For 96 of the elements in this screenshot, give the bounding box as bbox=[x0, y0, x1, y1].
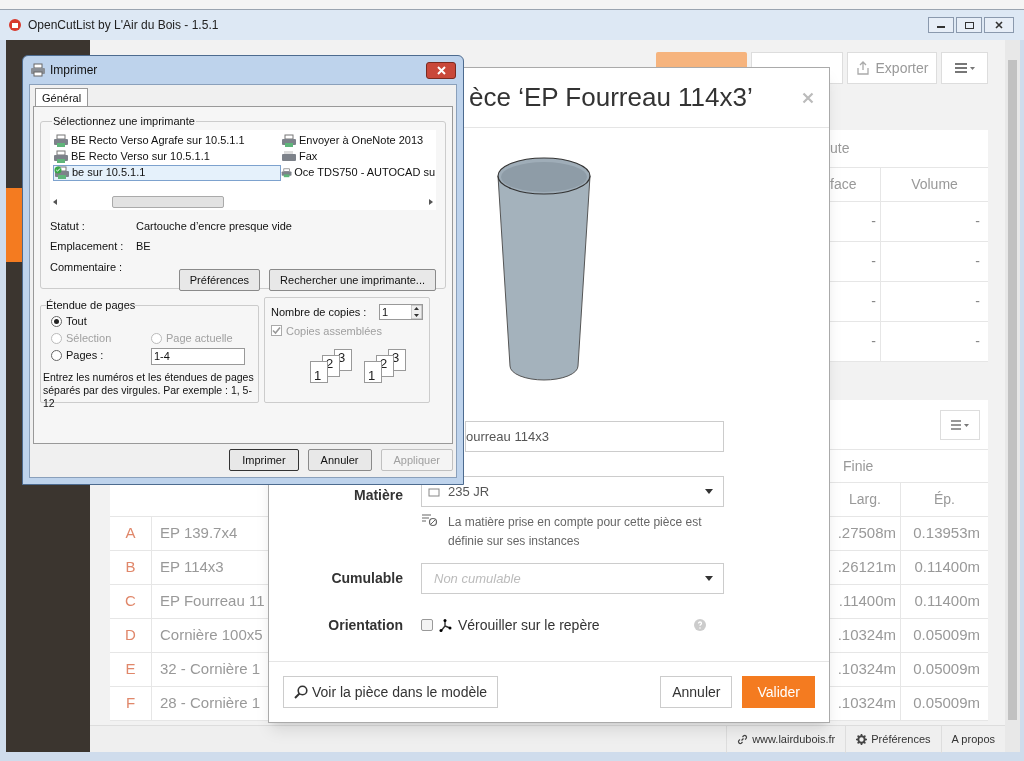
table-cell: 0.13953m bbox=[900, 517, 988, 551]
menu-icon bbox=[953, 62, 976, 74]
fax-icon bbox=[281, 149, 297, 164]
footer-link[interactable]: Préférences bbox=[845, 726, 941, 753]
copies-spinner[interactable]: 1 bbox=[379, 304, 423, 321]
axes-icon bbox=[439, 618, 452, 632]
printer-item[interactable]: Oce TDS750 - AUTOCAD su bbox=[281, 164, 435, 181]
table-cell: - bbox=[880, 202, 988, 242]
printer-item[interactable]: Envoyer à OneNote 2013 bbox=[281, 132, 435, 149]
radio-option[interactable]: Pages : bbox=[51, 347, 151, 364]
name-field[interactable]: ourreau 114x3 bbox=[465, 421, 724, 452]
table-cell: 0.05009m bbox=[900, 619, 988, 653]
window-title: OpenCutList by L'Air du Bois - 1.5.1 bbox=[28, 17, 220, 34]
help-text: Entrez les numéros et les étendues de pages séparés par des virgules. Par exemple : 1, 5-12 bbox=[43, 370, 255, 410]
cancel-button[interactable]: Annuler bbox=[660, 676, 733, 708]
export-icon bbox=[855, 61, 870, 75]
table-cell: 0.11400m bbox=[900, 551, 988, 585]
close-icon bbox=[995, 21, 1003, 29]
menu-button[interactable] bbox=[940, 409, 980, 440]
radio-option[interactable]: Tout bbox=[51, 313, 151, 330]
scroll-left-icon bbox=[53, 199, 57, 205]
close-icon bbox=[436, 65, 446, 75]
menu-icon bbox=[950, 419, 970, 430]
table-cell: - bbox=[880, 322, 988, 362]
row-letter: D bbox=[110, 619, 152, 653]
gear-icon bbox=[856, 734, 868, 745]
group-label: Sélectionnez une imprimante bbox=[52, 114, 196, 129]
table-cell: 0.05009m bbox=[900, 653, 988, 687]
row-letter: F bbox=[110, 687, 152, 721]
maximize-button[interactable] bbox=[956, 17, 982, 33]
row-letter: C bbox=[110, 585, 152, 619]
caret-icon bbox=[705, 576, 713, 581]
info-label: Commentaire : bbox=[50, 259, 124, 275]
printer-item[interactable]: Fax bbox=[281, 148, 435, 165]
table-header: Volume bbox=[880, 168, 988, 202]
info-value: Cartouche d’encre presque vide bbox=[136, 218, 293, 234]
app-logo-icon bbox=[8, 18, 22, 32]
checkbox[interactable] bbox=[421, 619, 433, 631]
footer-link[interactable]: www.lairdubois.fr bbox=[726, 726, 846, 753]
info-value: BE bbox=[136, 239, 152, 254]
help-text: La matière prise en compte pour cette pièce est définie sur ses instances bbox=[448, 514, 703, 550]
info-label: Statut : bbox=[50, 218, 86, 234]
minimize-button[interactable] bbox=[928, 17, 954, 33]
material-note-icon bbox=[421, 513, 438, 527]
field-label: Nombre de copies : bbox=[271, 305, 367, 320]
radio-button[interactable] bbox=[51, 316, 62, 327]
material-icon bbox=[428, 485, 440, 498]
group-label: Étendue de pages bbox=[46, 298, 136, 313]
info-label: Emplacement : bbox=[50, 239, 125, 254]
scrollbar-thumb[interactable] bbox=[112, 196, 224, 208]
field-label: Cumulable bbox=[330, 569, 403, 588]
printer-item[interactable]: be sur 10.5.1.1 bbox=[53, 164, 281, 181]
caret-icon bbox=[705, 489, 713, 494]
close-button[interactable] bbox=[984, 17, 1014, 33]
table-cell: - bbox=[880, 282, 988, 322]
maximize-icon bbox=[964, 21, 974, 29]
dialog-button[interactable]: Annuler bbox=[307, 449, 372, 471]
printer-icon bbox=[281, 165, 293, 180]
checkbox-label: Vérouiller sur le repère bbox=[458, 615, 601, 635]
dialog-button[interactable]: Rechercher une imprimante... bbox=[269, 269, 436, 291]
scrollbar[interactable] bbox=[1005, 40, 1020, 752]
help-icon bbox=[694, 619, 706, 631]
printer-icon bbox=[53, 149, 69, 164]
field-label: Orientation bbox=[327, 615, 403, 635]
row-letter: E bbox=[110, 653, 152, 687]
table-cell: 0.05009m bbox=[900, 687, 988, 721]
search-icon bbox=[294, 685, 308, 699]
table-cell: - bbox=[880, 242, 988, 282]
view-in-model-button[interactable]: Voir la pièce dans le modèle bbox=[283, 676, 499, 708]
row-letter: A bbox=[110, 517, 152, 551]
printer-item[interactable]: BE Recto Verso Agrafe sur 10.5.1.1 bbox=[53, 132, 281, 149]
field-label: Matière bbox=[352, 486, 403, 505]
dialog-button[interactable]: Imprimer bbox=[229, 449, 299, 471]
table-header: Ép. bbox=[900, 483, 988, 517]
spinner-arrows-icon bbox=[411, 305, 422, 320]
close-button[interactable] bbox=[426, 61, 456, 79]
printer-list[interactable]: BE Recto Verso Agrafe sur 10.5.1.1 BE Recto Verso sur 10.5.1.1 be sur 10.5.1.1 Envoyer à OneNote 2013 Fax Oce TDS750 - AUTOCAD su bbox=[50, 129, 436, 210]
printer-item[interactable]: BE Recto Verso sur 10.5.1.1 bbox=[53, 148, 281, 165]
dialog-title: èce ‘EP Fourreau 114x3’ bbox=[469, 81, 753, 114]
dialog-button[interactable]: Préférences bbox=[178, 269, 261, 291]
printer-icon bbox=[53, 133, 69, 148]
pages-field[interactable]: 1-4 bbox=[151, 347, 245, 365]
radio-button[interactable] bbox=[51, 350, 62, 361]
printer-icon bbox=[30, 63, 46, 77]
default-printer-icon bbox=[54, 165, 70, 180]
scrollbar-thumb[interactable] bbox=[1008, 60, 1017, 720]
printer-icon bbox=[281, 133, 297, 148]
scroll-right-icon bbox=[429, 199, 433, 205]
menu-button[interactable] bbox=[941, 52, 988, 84]
material-select[interactable]: 235 JR bbox=[421, 476, 724, 507]
link-icon bbox=[737, 734, 749, 745]
dialog-title: Imprimer bbox=[50, 62, 99, 79]
page-icon: 1 bbox=[310, 361, 328, 383]
row-letter: B bbox=[110, 551, 152, 585]
page-icon: 1 bbox=[364, 361, 382, 383]
table-cell: 0.11400m bbox=[900, 585, 988, 619]
